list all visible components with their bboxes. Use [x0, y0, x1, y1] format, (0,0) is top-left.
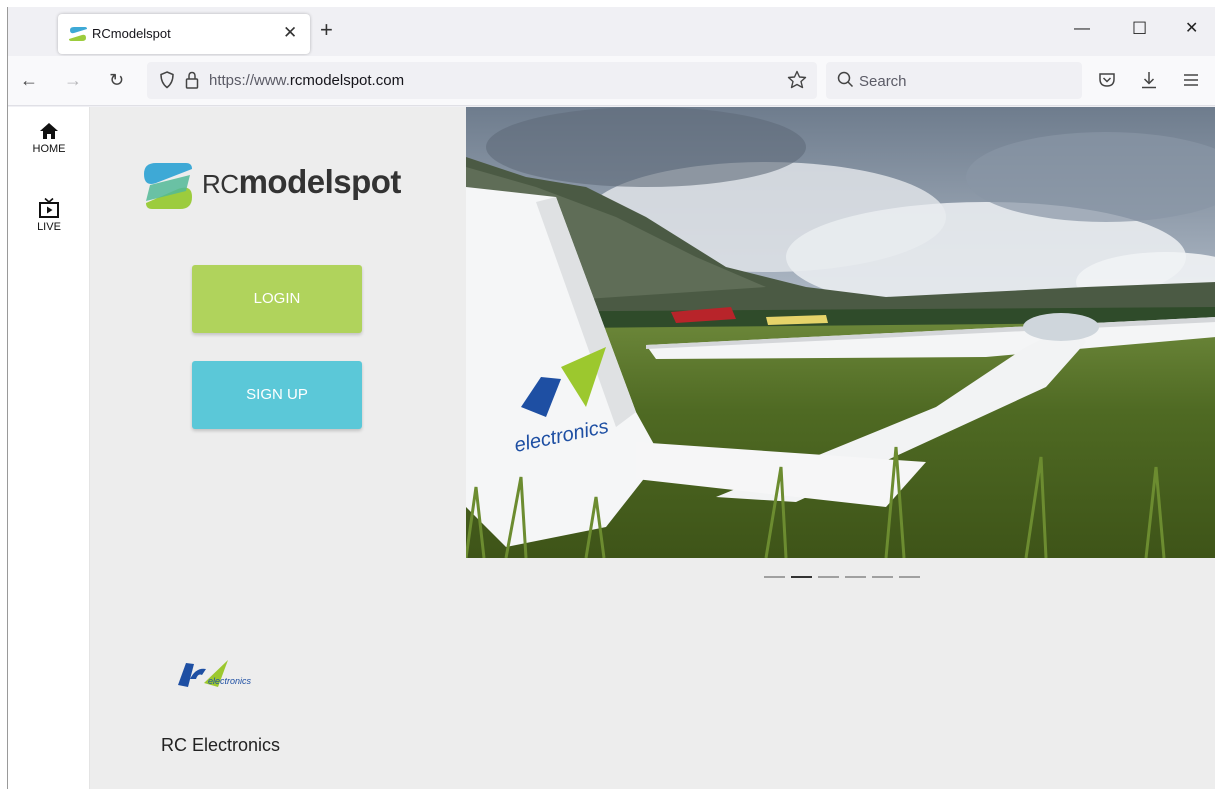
login-button[interactable]: LOGIN [192, 265, 362, 333]
carousel-dot[interactable] [845, 576, 866, 578]
sidebar-label-home: HOME [32, 143, 66, 155]
maximize-icon[interactable]: ☐ [1132, 19, 1147, 39]
carousel-dot[interactable] [818, 576, 839, 578]
hero-carousel-slide[interactable]: electronics [466, 107, 1215, 558]
svg-text:electronics: electronics [208, 676, 252, 686]
bookmark-star-icon[interactable] [787, 70, 807, 90]
glider-photo: electronics [466, 107, 1215, 558]
download-icon[interactable] [1140, 70, 1158, 90]
rcmodelspot-logo-icon [144, 163, 192, 209]
url-text[interactable]: https://www.rcmodelspot.com [209, 72, 404, 89]
pocket-icon[interactable] [1098, 71, 1116, 89]
home-icon [40, 123, 58, 139]
new-tab-icon[interactable]: + [320, 19, 333, 41]
sidebar-label-live: LIVE [37, 221, 61, 233]
tab-rcmodelspot[interactable]: RCmodelspot ✕ [58, 14, 310, 54]
tv-icon [39, 197, 59, 218]
reload-icon[interactable]: ↻ [109, 70, 124, 90]
search-placeholder: Search [859, 73, 907, 90]
page-content: HOME LIVE RCmodelspot LOGIN SIGN UP elec… [8, 107, 1215, 789]
carousel-dot[interactable] [899, 576, 920, 578]
sidebar-item-live[interactable]: LIVE [31, 197, 67, 233]
menu-icon[interactable] [1183, 72, 1199, 88]
tab-close-icon[interactable]: ✕ [283, 24, 297, 42]
carousel-dot[interactable] [764, 576, 785, 578]
lock-icon[interactable] [185, 71, 199, 89]
tab-strip: RCmodelspot ✕ + — ☐ ✕ [8, 7, 1215, 56]
forward-icon[interactable]: → [64, 70, 82, 90]
tracking-shield-icon[interactable] [159, 71, 175, 89]
sidebar-item-home[interactable]: HOME [31, 121, 67, 155]
search-icon [837, 71, 854, 88]
navigation-bar: ← → ↻ https://www.rcmodelspot.com Search [8, 56, 1215, 106]
browser-window: RCmodelspot ✕ + — ☐ ✕ ← → ↻ https://www.… [7, 7, 1215, 789]
url-bar[interactable]: https://www.rcmodelspot.com [147, 62, 817, 99]
minimize-icon[interactable]: — [1074, 19, 1090, 39]
carousel-dot-active[interactable] [791, 576, 812, 578]
tab-title: RCmodelspot [92, 26, 171, 41]
sponsor-name[interactable]: RC Electronics [161, 735, 280, 756]
left-sidebar: HOME LIVE [8, 107, 90, 789]
signup-button[interactable]: SIGN UP [192, 361, 362, 429]
site-logo[interactable]: RCmodelspot [140, 161, 430, 211]
site-favicon-icon [69, 27, 87, 41]
logo-wordmark: RCmodelspot [202, 163, 401, 200]
rc-electronics-logo[interactable]: electronics [176, 657, 286, 693]
back-icon[interactable]: ← [20, 70, 38, 90]
window-close-icon[interactable]: ✕ [1185, 19, 1198, 39]
carousel-indicators [764, 576, 924, 580]
carousel-dot[interactable] [872, 576, 893, 578]
search-bar[interactable]: Search [826, 62, 1082, 99]
